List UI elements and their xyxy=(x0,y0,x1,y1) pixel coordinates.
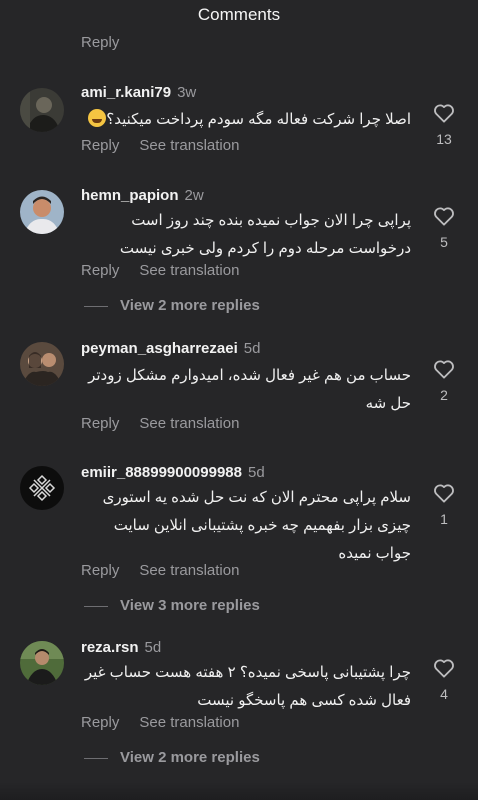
comment-text: پراپی چرا الان جواب نمیده بنده چند روز ا… xyxy=(119,212,411,257)
view-more-replies-button[interactable]: View 2 more replies xyxy=(84,297,260,314)
header-title: Comments xyxy=(197,5,281,24)
bottom-fade xyxy=(0,782,478,800)
comment-actions: Reply See translation xyxy=(81,137,239,154)
comment-actions: Reply See translation xyxy=(81,714,239,731)
comment-actions: Reply See translation xyxy=(81,262,239,279)
reply-button[interactable]: Reply xyxy=(81,562,119,579)
heart-outline-icon xyxy=(434,659,454,678)
laughing-emoji-icon xyxy=(88,109,107,127)
comment-meta: emiir_88899900099988 5d xyxy=(81,464,265,481)
comment-meta: reza.rsn 5d xyxy=(81,639,161,656)
comment-text: سلام پراپی محترم الان که نت حل شده یه اس… xyxy=(102,489,411,562)
like-button[interactable]: 13 xyxy=(430,103,458,147)
like-count: 1 xyxy=(440,511,448,527)
view-more-replies-button[interactable]: View 2 more replies xyxy=(84,749,260,766)
heart-outline-icon xyxy=(434,104,454,123)
avatar[interactable] xyxy=(20,88,64,132)
heart-outline-icon xyxy=(434,360,454,379)
avatar[interactable] xyxy=(20,641,64,685)
see-translation-button[interactable]: See translation xyxy=(139,137,239,154)
reply-button[interactable]: Reply xyxy=(81,415,119,432)
comment-item: emiir_88899900099988 5d سلام پراپی محترم … xyxy=(0,464,478,624)
avatar[interactable] xyxy=(20,466,64,510)
comment-item: peyman_asgharrezaei 5d حساب من هم غیر فعا… xyxy=(0,340,478,440)
see-translation-button[interactable]: See translation xyxy=(139,415,239,432)
comment-time: 2w xyxy=(184,187,204,204)
comment-time: 3w xyxy=(177,84,197,101)
like-button[interactable]: 1 xyxy=(430,483,458,527)
comments-header: Comments xyxy=(0,0,478,32)
comment-meta: peyman_asgharrezaei 5d xyxy=(81,340,260,357)
like-button[interactable]: 5 xyxy=(430,206,458,250)
comment-time: 5d xyxy=(248,464,265,481)
comment-username[interactable]: hemn_papion xyxy=(81,187,179,204)
comment-item: ami_r.kani79 3w اصلا چرا شرکت فعاله مگه س… xyxy=(0,84,478,164)
comment-text: اصلا چرا شرکت فعاله مگه سودم پرداخت میکن… xyxy=(81,106,411,134)
comment-text: حساب من هم غیر فعال شده، امیدوارم مشکل ز… xyxy=(88,367,411,412)
comment-time: 5d xyxy=(243,340,261,357)
reply-button[interactable]: Reply xyxy=(81,34,119,51)
see-translation-button[interactable]: See translation xyxy=(139,714,239,731)
comment-username[interactable]: emiir_88899900099988 xyxy=(81,464,242,481)
see-translation-button[interactable]: See translation xyxy=(139,562,239,579)
avatar[interactable] xyxy=(20,342,64,386)
like-count: 13 xyxy=(436,131,452,147)
like-count: 5 xyxy=(440,234,448,250)
view-more-replies-button[interactable]: View 3 more replies xyxy=(84,597,260,614)
heart-outline-icon xyxy=(434,207,454,226)
comment-item: hemn_papion 2w پراپی چرا الان جواب نمیده … xyxy=(0,187,478,327)
comment-text: چرا پشتیبانی پاسخی نمیده؟ ۲ هفته هست حسا… xyxy=(84,664,411,709)
comment-meta: hemn_papion 2w xyxy=(81,187,204,204)
comment-item: reza.rsn 5d چرا پشتیبانی پاسخی نمیده؟ ۲ ه… xyxy=(0,639,478,779)
like-count: 2 xyxy=(440,387,448,403)
reply-button[interactable]: Reply xyxy=(81,137,119,154)
comment-time: 5d xyxy=(144,639,162,656)
like-count: 4 xyxy=(440,686,448,702)
comment-username[interactable]: peyman_asgharrezaei xyxy=(81,340,238,357)
comment-meta: ami_r.kani79 3w xyxy=(81,84,196,101)
comment-username[interactable]: ami_r.kani79 xyxy=(81,84,171,101)
comment-username[interactable]: reza.rsn xyxy=(81,639,139,656)
comment-actions: Reply See translation xyxy=(81,562,239,579)
like-button[interactable]: 2 xyxy=(430,359,458,403)
like-button[interactable]: 4 xyxy=(430,658,458,702)
reply-button[interactable]: Reply xyxy=(81,714,119,731)
avatar[interactable] xyxy=(20,190,64,234)
see-translation-button[interactable]: See translation xyxy=(139,262,239,279)
reply-button[interactable]: Reply xyxy=(81,262,119,279)
comment-actions: Reply See translation xyxy=(81,415,239,432)
heart-outline-icon xyxy=(434,484,454,503)
